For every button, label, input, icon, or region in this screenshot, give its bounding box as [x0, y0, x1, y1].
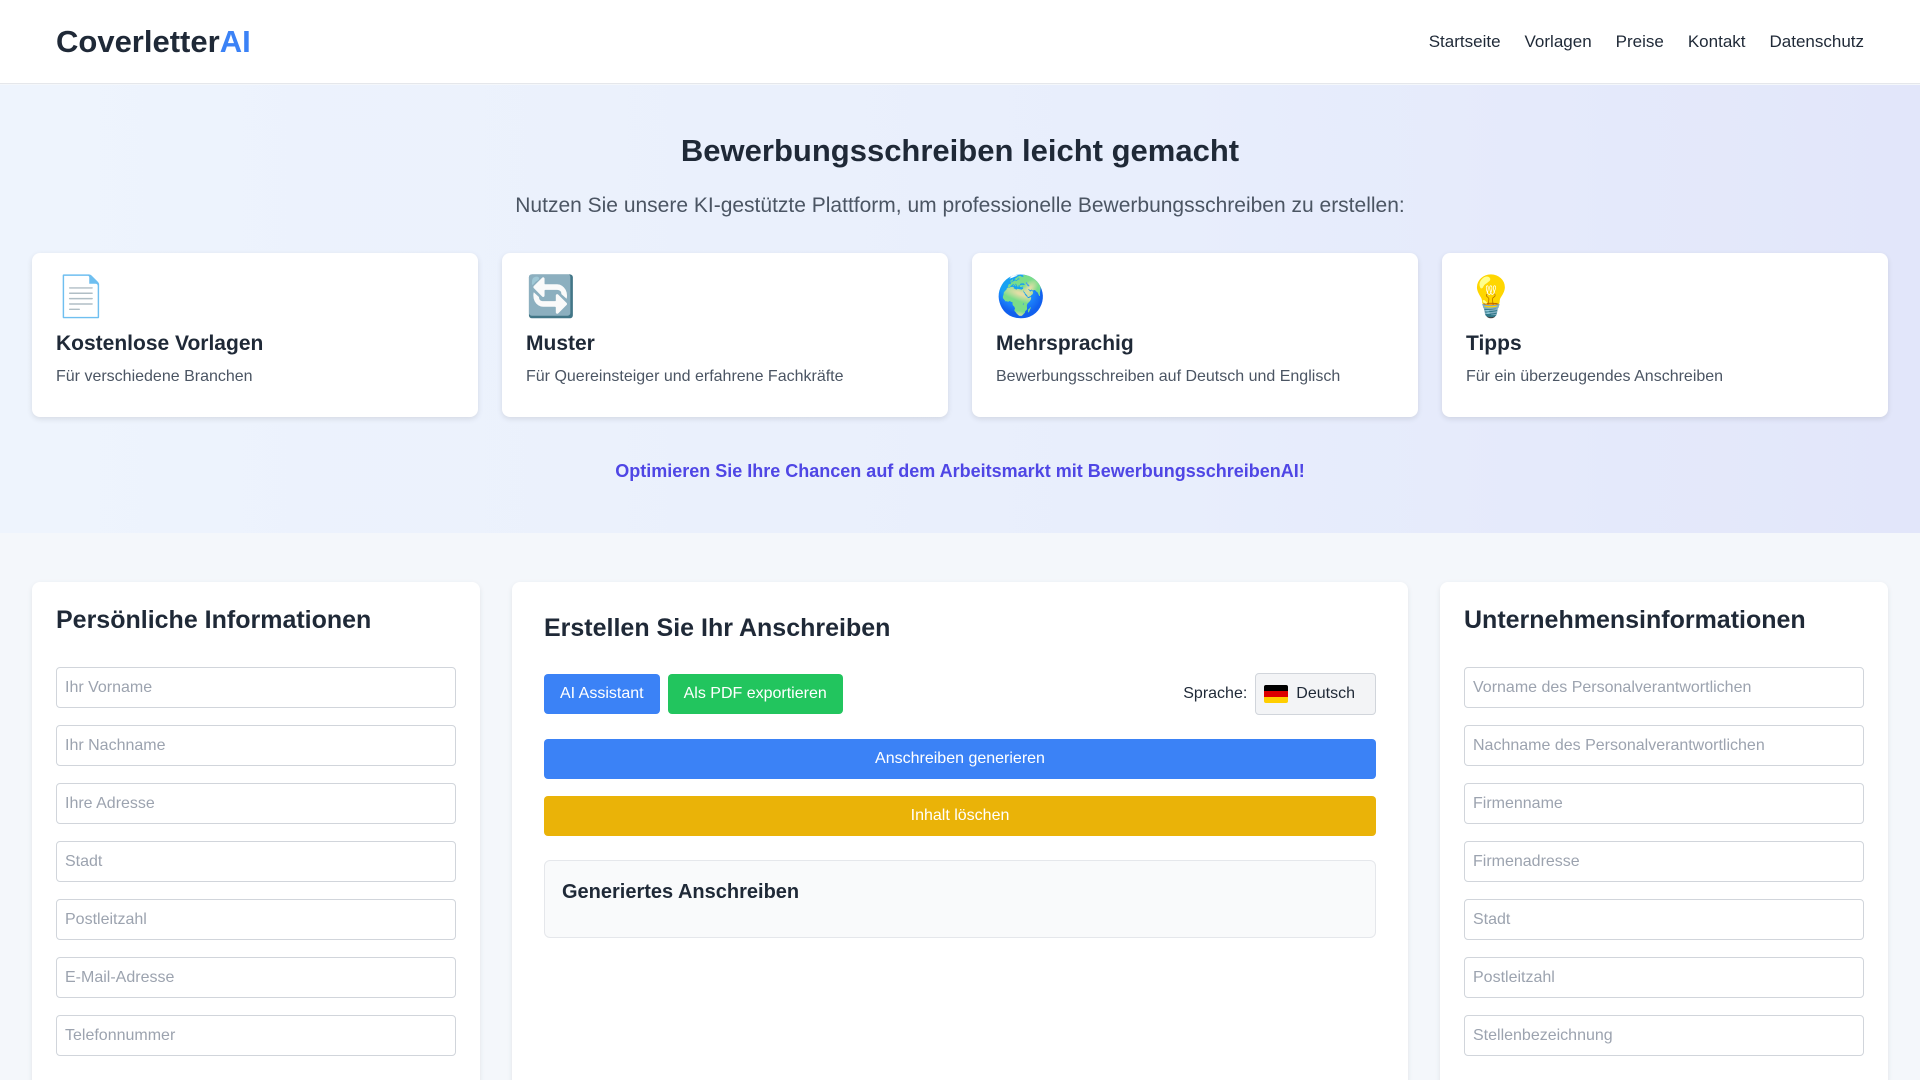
city-input[interactable]: [56, 841, 456, 882]
personal-info-title: Persönliche Informationen: [56, 606, 372, 634]
personal-info-panel: Persönliche Informationen: [32, 582, 480, 1080]
hero-section: Bewerbungsschreiben leicht gemacht Nutze…: [0, 85, 1920, 533]
feature-card-muster: 🔄 Muster Für Quereinsteiger und erfahren…: [502, 253, 948, 417]
nav-vorlagen[interactable]: Vorlagen: [1525, 32, 1592, 52]
hr-last-name-input[interactable]: [1464, 725, 1864, 766]
phone-input[interactable]: [56, 1015, 456, 1056]
language-value: Deutsch: [1296, 685, 1355, 702]
hero-cta-text: Optimieren Sie Ihre Chancen auf dem Arbe…: [615, 461, 1305, 481]
clear-content-button[interactable]: Inhalt löschen: [544, 796, 1376, 836]
first-name-input[interactable]: [56, 667, 456, 708]
brand-logo[interactable]: CoverletterAI: [56, 24, 251, 60]
company-name-input[interactable]: [1464, 783, 1864, 824]
generate-letter-button[interactable]: Anschreiben generieren: [544, 739, 1376, 779]
language-dropdown[interactable]: Deutsch: [1255, 673, 1376, 715]
generated-letter-title: Generiertes Anschreiben: [562, 881, 800, 903]
last-name-input[interactable]: [56, 725, 456, 766]
feature-title: Muster: [526, 332, 595, 355]
german-flag-icon: [1264, 685, 1289, 703]
hr-first-name-input[interactable]: [1464, 667, 1864, 708]
language-selector: Sprache: Deutsch: [1183, 673, 1376, 715]
company-fields: [1464, 667, 1864, 1056]
nav-preise[interactable]: Preise: [1616, 32, 1664, 52]
personal-fields: [56, 667, 456, 1056]
letter-editor-panel: Erstellen Sie Ihr Anschreiben AI Assista…: [512, 582, 1408, 1080]
company-city-input[interactable]: [1464, 899, 1864, 940]
document-icon: 📄: [56, 275, 106, 319]
company-address-input[interactable]: [1464, 841, 1864, 882]
feature-card-mehrsprachig: 🌍 Mehrsprachig Bewerbungsschreiben auf D…: [972, 253, 1418, 417]
ai-assistant-button[interactable]: AI Assistant: [544, 674, 660, 714]
nav-datenschutz[interactable]: Datenschutz: [1770, 32, 1865, 52]
feature-cards: 📄 Kostenlose Vorlagen Für verschiedene B…: [32, 253, 1888, 417]
export-pdf-button[interactable]: Als PDF exportieren: [667, 674, 843, 714]
postal-code-input[interactable]: [56, 899, 456, 940]
language-label: Sprache:: [1183, 685, 1248, 702]
feature-desc: Für Quereinsteiger und erfahrene Fachkrä…: [526, 368, 844, 385]
job-title-input[interactable]: [1464, 1015, 1864, 1056]
feature-title: Tipps: [1466, 332, 1522, 355]
hero-title: Bewerbungsschreiben leicht gemacht: [680, 133, 1240, 168]
lightbulb-icon: 💡: [1466, 275, 1516, 319]
feature-desc: Für ein überzeugendes Anschreiben: [1466, 368, 1724, 385]
top-navbar: CoverletterAI Startseite Vorlagen Preise…: [0, 0, 1920, 84]
globe-icon: 🌍: [996, 275, 1046, 319]
feature-desc: Für verschiedene Branchen: [56, 368, 253, 385]
feature-desc: Bewerbungsschreiben auf Deutsch und Engl…: [996, 368, 1341, 385]
feature-card-tipps: 💡 Tipps Für ein überzeugendes Anschreibe…: [1442, 253, 1888, 417]
hero-subtitle: Nutzen Sie unsere KI-gestützte Plattform…: [515, 194, 1405, 217]
email-input[interactable]: [56, 957, 456, 998]
generated-letter-box: Generiertes Anschreiben: [544, 860, 1376, 938]
nav-kontakt[interactable]: Kontakt: [1688, 32, 1746, 52]
address-input[interactable]: [56, 783, 456, 824]
nav-startseite[interactable]: Startseite: [1429, 32, 1501, 52]
company-postal-code-input[interactable]: [1464, 957, 1864, 998]
toolbar-actions: AI Assistant Als PDF exportieren: [544, 674, 843, 714]
feature-title: Kostenlose Vorlagen: [56, 332, 264, 355]
feature-card-vorlagen: 📄 Kostenlose Vorlagen Für verschiedene B…: [32, 253, 478, 417]
main-nav: Startseite Vorlagen Preise Kontakt Daten…: [1429, 32, 1864, 52]
editor-title: Erstellen Sie Ihr Anschreiben: [544, 614, 891, 642]
editor-toolbar: AI Assistant Als PDF exportieren Sprache…: [544, 673, 1376, 715]
refresh-icon: 🔄: [526, 275, 576, 319]
feature-title: Mehrsprachig: [996, 332, 1134, 355]
company-info-panel: Unternehmensinformationen: [1440, 582, 1888, 1080]
company-info-title: Unternehmensinformationen: [1464, 606, 1806, 634]
